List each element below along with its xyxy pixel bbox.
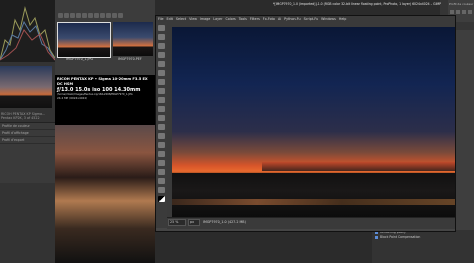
checkbox-icon[interactable] bbox=[375, 235, 378, 239]
profile-row-export[interactable]: Profil d’export bbox=[0, 137, 55, 144]
lasso-tool-icon[interactable] bbox=[158, 43, 165, 49]
grid-icon[interactable] bbox=[118, 13, 123, 18]
menu-python-fu[interactable]: Python-Fu bbox=[284, 17, 300, 21]
module-icon[interactable] bbox=[450, 10, 454, 14]
image-canvas[interactable] bbox=[172, 27, 455, 217]
module-icon[interactable] bbox=[468, 10, 472, 14]
reject-icon[interactable] bbox=[82, 13, 87, 18]
menu-view[interactable]: View bbox=[189, 17, 197, 21]
filmstrip-thumbnail[interactable] bbox=[113, 22, 153, 56]
star-icon[interactable] bbox=[76, 13, 81, 18]
color-label-blue-icon[interactable] bbox=[106, 13, 111, 18]
zoom-select[interactable]: 25 % bbox=[168, 219, 186, 226]
color-profile-panel: Profile de couleur Profil d’affichage Pr… bbox=[0, 122, 55, 183]
menu-edit[interactable]: Edit bbox=[167, 17, 173, 21]
canvas-land bbox=[172, 173, 455, 217]
filmstrip-label: IMGP7970_1.JPG bbox=[66, 57, 94, 61]
profile-row-color[interactable]: Profile de couleur bbox=[0, 123, 55, 130]
menu-help[interactable]: Help bbox=[339, 17, 347, 21]
star-icon[interactable] bbox=[70, 13, 75, 18]
histogram-graph bbox=[0, 6, 55, 61]
black-point-row[interactable]: Black Point Compensation bbox=[375, 235, 455, 240]
color-label-purple-icon[interactable] bbox=[112, 13, 117, 18]
zoom-tool-icon[interactable] bbox=[158, 187, 165, 193]
menu-layer[interactable]: Layer bbox=[213, 17, 222, 21]
filmstrip-label: IMGP7970.PEF bbox=[118, 57, 142, 61]
crop-tool-icon[interactable] bbox=[158, 61, 165, 67]
window-title: *[IMGP7970_1.0 (imported)]-1.0 (RGB colo… bbox=[272, 2, 442, 6]
dodge-burn-tool-icon[interactable] bbox=[158, 160, 165, 166]
clone-tool-icon[interactable] bbox=[158, 142, 165, 148]
menu-filters[interactable]: Filters bbox=[250, 17, 260, 21]
transform-tool-icon[interactable] bbox=[158, 70, 165, 76]
canvas-water bbox=[262, 162, 455, 171]
histogram[interactable] bbox=[0, 0, 55, 62]
canvas-light-streaks bbox=[172, 199, 455, 205]
move-tool-icon[interactable] bbox=[158, 25, 165, 31]
text-tool-icon[interactable] bbox=[158, 97, 165, 103]
menu-file[interactable]: File bbox=[158, 17, 164, 21]
eraser-tool-icon[interactable] bbox=[158, 133, 165, 139]
back-right-header-label: Profil de couleur bbox=[449, 2, 474, 6]
fg-bg-colors-icon[interactable] bbox=[158, 196, 165, 202]
bucket-fill-tool-icon[interactable] bbox=[158, 106, 165, 112]
paintbrush-tool-icon[interactable] bbox=[158, 124, 165, 130]
warp-tool-icon[interactable] bbox=[158, 79, 165, 85]
color-label-yellow-icon[interactable] bbox=[94, 13, 99, 18]
menu-tools[interactable]: Tools bbox=[239, 17, 247, 21]
profile-row-display[interactable]: Profil d’affichage bbox=[0, 130, 55, 137]
filmstrip-thumbnail-selected[interactable] bbox=[57, 22, 111, 58]
side-dock bbox=[456, 30, 474, 230]
exif-overlay: RICOH PENTAX KP • Sigma 10-20mm F3.5 EX … bbox=[57, 77, 153, 100]
toolbox bbox=[156, 22, 167, 228]
unit-select[interactable]: px bbox=[188, 219, 200, 226]
paths-tool-icon[interactable] bbox=[158, 88, 165, 94]
exif-size: 24.2 MP (6024x4024) bbox=[57, 95, 88, 100]
black-point-label: Black Point Compensation bbox=[380, 235, 421, 239]
color-label-red-icon[interactable] bbox=[88, 13, 93, 18]
back-image-content bbox=[55, 125, 155, 263]
back-info-line-2: Pentax KP2K, 3 of 4522 bbox=[1, 116, 40, 120]
navigation-thumbnail[interactable] bbox=[0, 66, 52, 108]
color-picker-tool-icon[interactable] bbox=[158, 169, 165, 175]
star-icon[interactable] bbox=[64, 13, 69, 18]
menu-fxfoto[interactable]: Fx-Foto bbox=[263, 17, 275, 21]
fuzzy-select-tool-icon[interactable] bbox=[158, 52, 165, 58]
smudge-tool-icon[interactable] bbox=[158, 151, 165, 157]
menu-image[interactable]: Image bbox=[200, 17, 210, 21]
menu-ai[interactable]: Ai bbox=[278, 17, 281, 21]
rect-select-tool-icon[interactable] bbox=[158, 34, 165, 40]
menu-colors[interactable]: Colors bbox=[225, 17, 235, 21]
menu-select[interactable]: Select bbox=[176, 17, 186, 21]
star-icon[interactable] bbox=[58, 13, 63, 18]
gradient-tool-icon[interactable] bbox=[158, 115, 165, 121]
color-label-green-icon[interactable] bbox=[100, 13, 105, 18]
menu-script-fu[interactable]: Script-Fu bbox=[304, 17, 319, 21]
module-icon[interactable] bbox=[462, 10, 466, 14]
back-left-info: RICOH PENTAX KP Sigma... Pentax KP2K, 3 … bbox=[1, 112, 53, 120]
filmstrip-toolbar bbox=[58, 13, 153, 19]
module-icon[interactable] bbox=[456, 10, 460, 14]
exif-camera: RICOH PENTAX KP • Sigma 10-20mm F3.5 EX … bbox=[57, 77, 148, 86]
status-text: IMGP7970_1.0 (427.2 MB) bbox=[203, 220, 246, 224]
measure-tool-icon[interactable] bbox=[158, 178, 165, 184]
menu-windows[interactable]: Windows bbox=[321, 17, 336, 21]
